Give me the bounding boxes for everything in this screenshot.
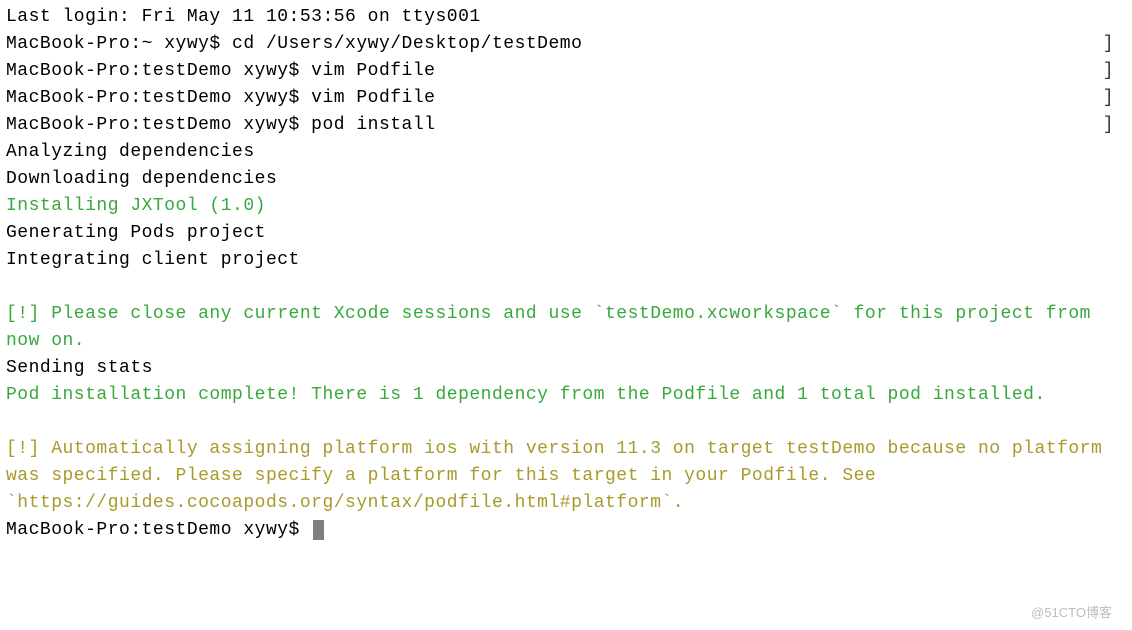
terminal-line: Generating Pods project xyxy=(6,220,1126,247)
terminal-prompt: MacBook-Pro:testDemo xywy$ xyxy=(6,520,311,540)
line-end-bracket: ] xyxy=(1103,58,1114,85)
terminal-line: MacBook-Pro:testDemo xywy$ vim Podfile] xyxy=(6,58,1126,85)
terminal-line xyxy=(6,274,1126,301)
terminal-line: [!] Automatically assigning platform ios… xyxy=(6,436,1126,517)
terminal-line xyxy=(6,409,1126,436)
line-end-bracket: ] xyxy=(1103,112,1114,139)
terminal-line: Analyzing dependencies xyxy=(6,139,1126,166)
terminal-prompt-line[interactable]: MacBook-Pro:testDemo xywy$ xyxy=(6,517,1126,544)
terminal-line: Sending stats xyxy=(6,355,1126,382)
watermark-text: @51CTO博客 xyxy=(1031,603,1112,623)
terminal-line: MacBook-Pro:testDemo xywy$ pod install] xyxy=(6,112,1126,139)
line-end-bracket: ] xyxy=(1103,85,1114,112)
terminal-output[interactable]: Last login: Fri May 11 10:53:56 on ttys0… xyxy=(6,4,1126,544)
terminal-line: Downloading dependencies xyxy=(6,166,1126,193)
terminal-line: Installing JXTool (1.0) xyxy=(6,193,1126,220)
terminal-line: Last login: Fri May 11 10:53:56 on ttys0… xyxy=(6,4,1126,31)
terminal-line: [!] Please close any current Xcode sessi… xyxy=(6,301,1126,355)
terminal-line: Integrating client project xyxy=(6,247,1126,274)
line-end-bracket: ] xyxy=(1103,31,1114,58)
terminal-line: MacBook-Pro:testDemo xywy$ vim Podfile] xyxy=(6,85,1126,112)
terminal-line: Pod installation complete! There is 1 de… xyxy=(6,382,1126,409)
cursor-icon xyxy=(313,520,324,540)
terminal-line: MacBook-Pro:~ xywy$ cd /Users/xywy/Deskt… xyxy=(6,31,1126,58)
